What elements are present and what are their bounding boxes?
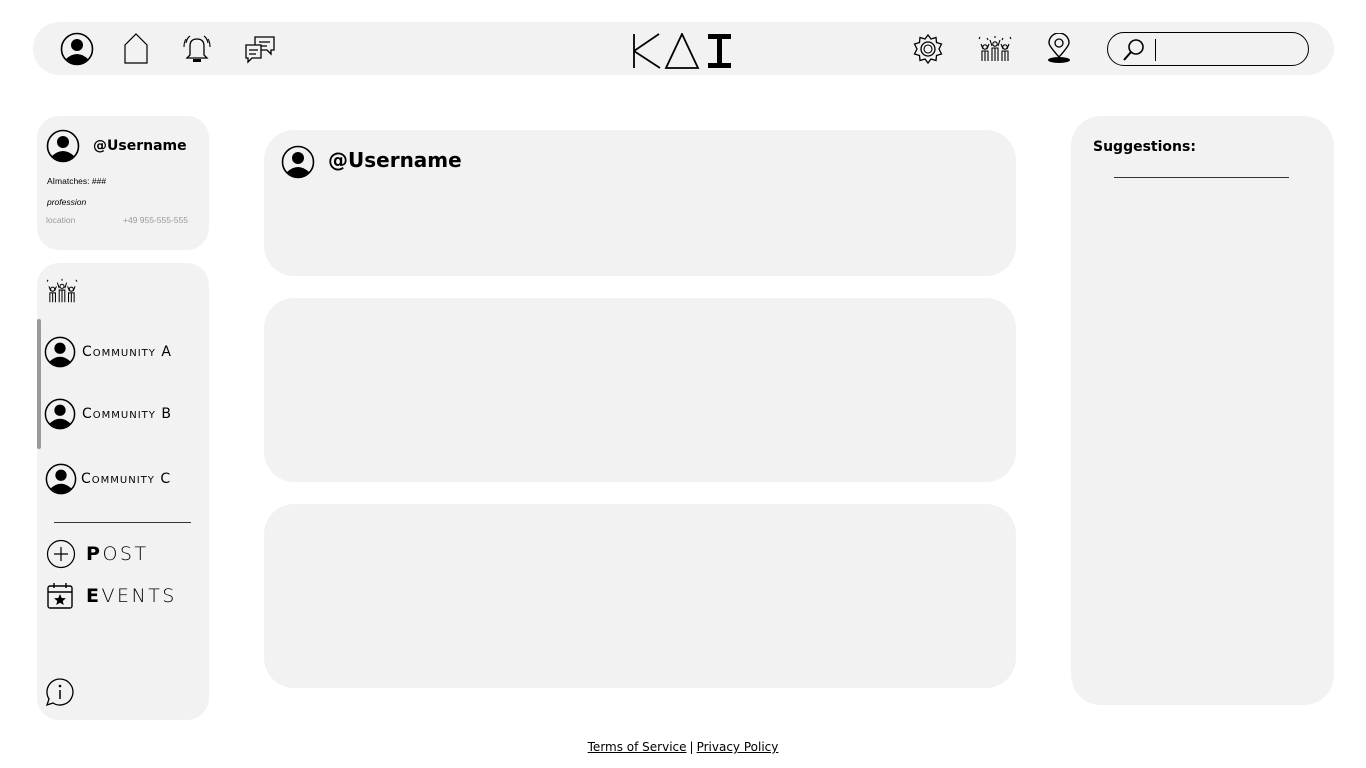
privacy-policy-link[interactable]: Privacy Policy: [697, 740, 779, 754]
community-item-c[interactable]: Community C: [45, 462, 171, 496]
community-item-b[interactable]: Community B: [44, 397, 172, 431]
celebrating-group-icon[interactable]: [976, 22, 1014, 75]
home-icon[interactable]: [120, 22, 152, 75]
suggestions-panel: [1071, 116, 1334, 705]
suggestions-title: Suggestions:: [1093, 139, 1196, 155]
profile-profession: profession: [47, 197, 87, 207]
search-bar[interactable]: [1107, 32, 1309, 66]
search-input[interactable]: [1154, 37, 1304, 63]
kai-logo: [633, 33, 731, 69]
events-label-initial: E: [86, 585, 102, 607]
info-bubble-icon[interactable]: [45, 677, 75, 707]
user-avatar-icon[interactable]: [281, 145, 315, 179]
magnifier-icon[interactable]: [1122, 38, 1146, 62]
profile-username[interactable]: @Username: [93, 138, 187, 154]
post-button[interactable]: POST: [46, 539, 149, 569]
user-avatar-icon[interactable]: [46, 129, 80, 163]
profile-location: location: [46, 215, 76, 225]
post-username[interactable]: @Username: [328, 148, 462, 172]
terms-of-service-link[interactable]: Terms of Service: [588, 740, 687, 754]
footer: Terms of Service | Privacy Policy: [0, 740, 1366, 754]
footer-separator: |: [689, 740, 694, 754]
community-label: Community B: [82, 406, 172, 422]
plus-circle-icon: [46, 539, 76, 569]
map-pin-icon[interactable]: [1042, 22, 1076, 75]
community-label: Community C: [81, 471, 172, 487]
chat-bubbles-icon[interactable]: [242, 22, 278, 75]
events-button[interactable]: EVENTS: [46, 581, 177, 611]
profile-phone: +49 955-555-555: [123, 215, 188, 225]
user-avatar-icon[interactable]: [58, 22, 96, 75]
post-label-rest: OST: [102, 543, 149, 565]
gear-icon[interactable]: [910, 22, 946, 75]
feed-post[interactable]: [264, 504, 1016, 688]
communities-scrollbar[interactable]: [37, 319, 41, 449]
celebrating-group-icon: [46, 278, 78, 303]
community-avatar-icon: [44, 336, 76, 368]
suggestions-divider: [1114, 177, 1289, 179]
post-label-initial: P: [86, 543, 103, 565]
calendar-star-icon: [47, 583, 73, 609]
ai-matches-count: AImatches: ###: [47, 176, 107, 186]
community-label: Community A: [82, 344, 172, 360]
community-avatar-icon: [44, 398, 76, 430]
feed-post[interactable]: [264, 298, 1016, 482]
events-label-rest: VENTS: [101, 585, 177, 607]
bell-icon[interactable]: [180, 22, 214, 75]
community-item-a[interactable]: Community A: [44, 335, 172, 369]
community-avatar-icon: [45, 463, 77, 495]
sidebar-divider: [54, 522, 191, 524]
